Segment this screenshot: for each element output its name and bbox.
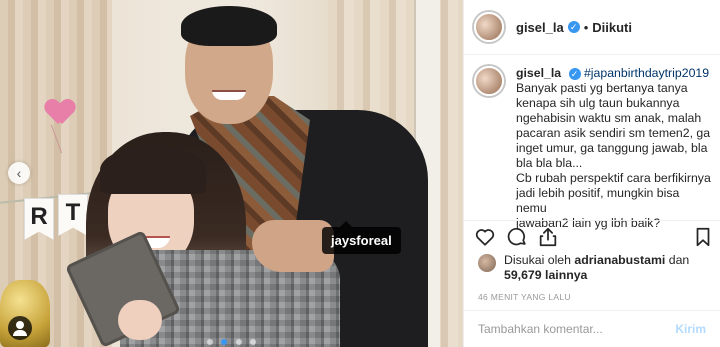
- caption-line: Cb rubah perspektif cara berfikirnya: [516, 171, 711, 185]
- comment-bar: Kirim: [464, 310, 720, 347]
- carousel-dot: [250, 339, 257, 345]
- caption-text: gisel_la ✓ #japanbirthdaytrip2019 Banyak…: [516, 66, 711, 230]
- avatar[interactable]: [478, 254, 496, 272]
- share-icon[interactable]: [537, 226, 559, 248]
- caption-line: pacaran asik sendiri sm temen2, ga: [516, 126, 711, 140]
- likes-count[interactable]: 59,679 lainnya: [504, 268, 587, 282]
- comment-icon[interactable]: [506, 226, 528, 248]
- carousel-dot: [235, 339, 242, 345]
- post-caption: gisel_la ✓ #japanbirthdaytrip2019 Banyak…: [474, 66, 714, 230]
- man-hair: [181, 6, 277, 46]
- heart-icon[interactable]: [474, 226, 496, 248]
- caption-hashtag[interactable]: #japanbirthdaytrip2019: [584, 66, 709, 80]
- carousel-dots: [0, 332, 463, 347]
- photo-user-tag[interactable]: jaysforeal: [322, 221, 401, 254]
- action-bar: [464, 220, 720, 256]
- verified-badge-icon: ✓: [568, 68, 581, 80]
- heart-balloon: [46, 100, 74, 126]
- post-header: gisel_la ✓ • Diikuti: [464, 0, 720, 55]
- man-smile: [212, 90, 246, 100]
- caption-line: Banyak pasti yg bertanya tanya: [516, 81, 688, 95]
- likes-summary: Disukai oleh adrianabustami dan 59,679 l…: [478, 253, 713, 283]
- likes-and: dan: [668, 253, 690, 267]
- comment-input[interactable]: [478, 322, 676, 336]
- bookmark-icon[interactable]: [692, 226, 714, 248]
- post-comment-button[interactable]: Kirim: [675, 322, 706, 336]
- post-timestamp[interactable]: 46 MENIT YANG LALU: [478, 292, 571, 302]
- liker-username[interactable]: adrianabustami: [574, 253, 665, 267]
- header-username[interactable]: gisel_la: [516, 20, 564, 35]
- likes-text: Disukai oleh adrianabustami dan 59,679 l…: [504, 253, 689, 283]
- caption-username[interactable]: gisel_la: [516, 66, 561, 80]
- avatar[interactable]: [474, 12, 504, 42]
- woman-bangs: [100, 146, 206, 194]
- follow-status-button[interactable]: Diikuti: [592, 20, 632, 35]
- carousel-dot: [206, 339, 213, 345]
- caption-line: ngehabisin waktu sm anak, malah: [516, 111, 702, 125]
- header-separator: •: [583, 19, 589, 35]
- caption-line: inget umur, ga tanggung jawab, bla: [516, 141, 708, 155]
- avatar[interactable]: [474, 66, 504, 96]
- banner-flag: T: [58, 194, 88, 236]
- banner-flag: R: [24, 198, 54, 240]
- post-side-panel: gisel_la ✓ • Diikuti gisel_la ✓ #japanbi…: [463, 0, 720, 347]
- likes-prefix: Disukai oleh: [504, 253, 571, 267]
- caption-line: jadi lebih positif, mungkin bisa nemu: [516, 186, 680, 215]
- carousel-dot-active: [221, 339, 228, 345]
- caption-line: kenapa sih ulg taun bukannya: [516, 96, 680, 110]
- post-photo[interactable]: R T jaysforeal ‹: [0, 0, 463, 347]
- verified-badge-icon: ✓: [567, 21, 580, 33]
- caption-line: bla bla bla...: [516, 156, 583, 170]
- chevron-left-icon[interactable]: ‹: [8, 162, 30, 184]
